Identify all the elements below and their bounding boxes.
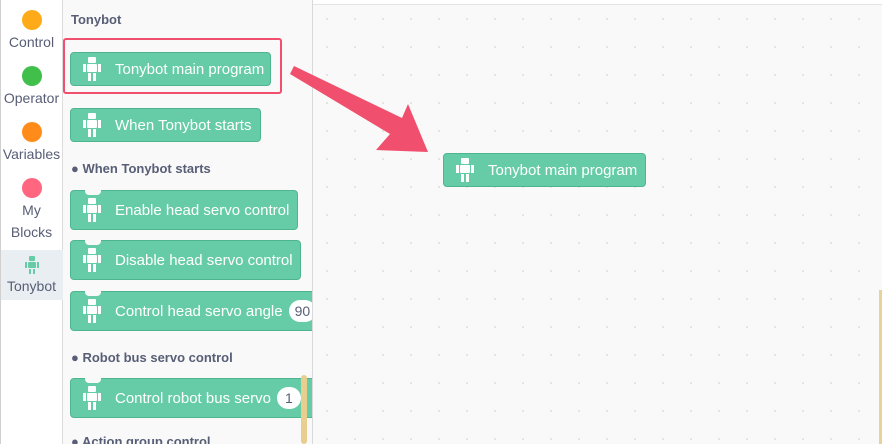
category-control[interactable]: Control bbox=[0, 10, 63, 53]
workspace-block-tonybot-main-program[interactable]: Tonybot main program bbox=[443, 142, 646, 187]
block-when-tonybot-starts[interactable]: When Tonybot starts bbox=[70, 97, 261, 142]
category-my-blocks[interactable]: My Blocks bbox=[0, 178, 63, 243]
robot-icon bbox=[83, 113, 101, 137]
category-label: Tonybot bbox=[6, 278, 57, 294]
block-label: Control head servo angle bbox=[115, 302, 283, 320]
my-blocks-color-icon bbox=[21, 178, 42, 198]
control-color-icon bbox=[21, 10, 42, 30]
block-control-head-servo-angle[interactable]: Control head servo angle 90 bbox=[70, 291, 312, 331]
angle-value-input[interactable]: 90 bbox=[288, 300, 312, 322]
category-tonybot[interactable]: Tonybot bbox=[0, 250, 63, 300]
category-variables[interactable]: Variables bbox=[0, 122, 63, 165]
palette-heading: Tonybot bbox=[71, 12, 122, 27]
block-label: Enable head servo control bbox=[115, 201, 290, 219]
section-label: Action group control bbox=[81, 434, 211, 444]
section-robot-bus-servo-control: ● Robot bus servo control bbox=[71, 350, 233, 365]
category-operator[interactable]: Operator bbox=[0, 66, 63, 109]
block-disable-head-servo-control[interactable]: Disable head servo control bbox=[70, 240, 301, 280]
robot-icon bbox=[83, 198, 101, 222]
category-label: Control bbox=[8, 34, 55, 50]
category-label-line1: My bbox=[22, 202, 41, 218]
category-label: Variables bbox=[2, 146, 61, 162]
robot-icon bbox=[456, 158, 474, 182]
palette-scrollbar[interactable] bbox=[301, 375, 307, 444]
block-label: Control robot bus servo bbox=[115, 389, 271, 407]
category-sidebar: Control Operator Variables My Blocks Ton… bbox=[0, 0, 63, 444]
block-label: Tonybot main program bbox=[488, 161, 638, 179]
operator-color-icon bbox=[21, 66, 42, 86]
section-label: Robot bus servo control bbox=[82, 350, 233, 365]
robot-icon bbox=[83, 248, 101, 272]
window-edge bbox=[0, 0, 1, 444]
robot-icon bbox=[24, 256, 39, 274]
category-label-line2: Blocks bbox=[10, 224, 53, 240]
section-label: When Tonybot starts bbox=[82, 161, 211, 176]
block-control-robot-bus-servo[interactable]: Control robot bus servo 1 bbox=[70, 378, 312, 418]
block-label: Disable head servo control bbox=[115, 251, 293, 269]
section-when-tonybot-starts: ● When Tonybot starts bbox=[71, 161, 211, 176]
editor-app: Control Operator Variables My Blocks Ton… bbox=[0, 0, 882, 444]
robot-icon bbox=[83, 299, 101, 323]
category-label: Operator bbox=[3, 90, 60, 106]
highlight-box bbox=[63, 38, 282, 94]
robot-icon bbox=[83, 386, 101, 410]
variables-color-icon bbox=[21, 122, 42, 142]
servo-id-input[interactable]: 1 bbox=[276, 387, 301, 409]
section-action-group-control: ● Action group control bbox=[71, 434, 211, 444]
block-enable-head-servo-control[interactable]: Enable head servo control bbox=[70, 190, 298, 230]
block-label: When Tonybot starts bbox=[115, 116, 252, 134]
script-workspace[interactable]: Tonybot main program bbox=[313, 4, 882, 444]
